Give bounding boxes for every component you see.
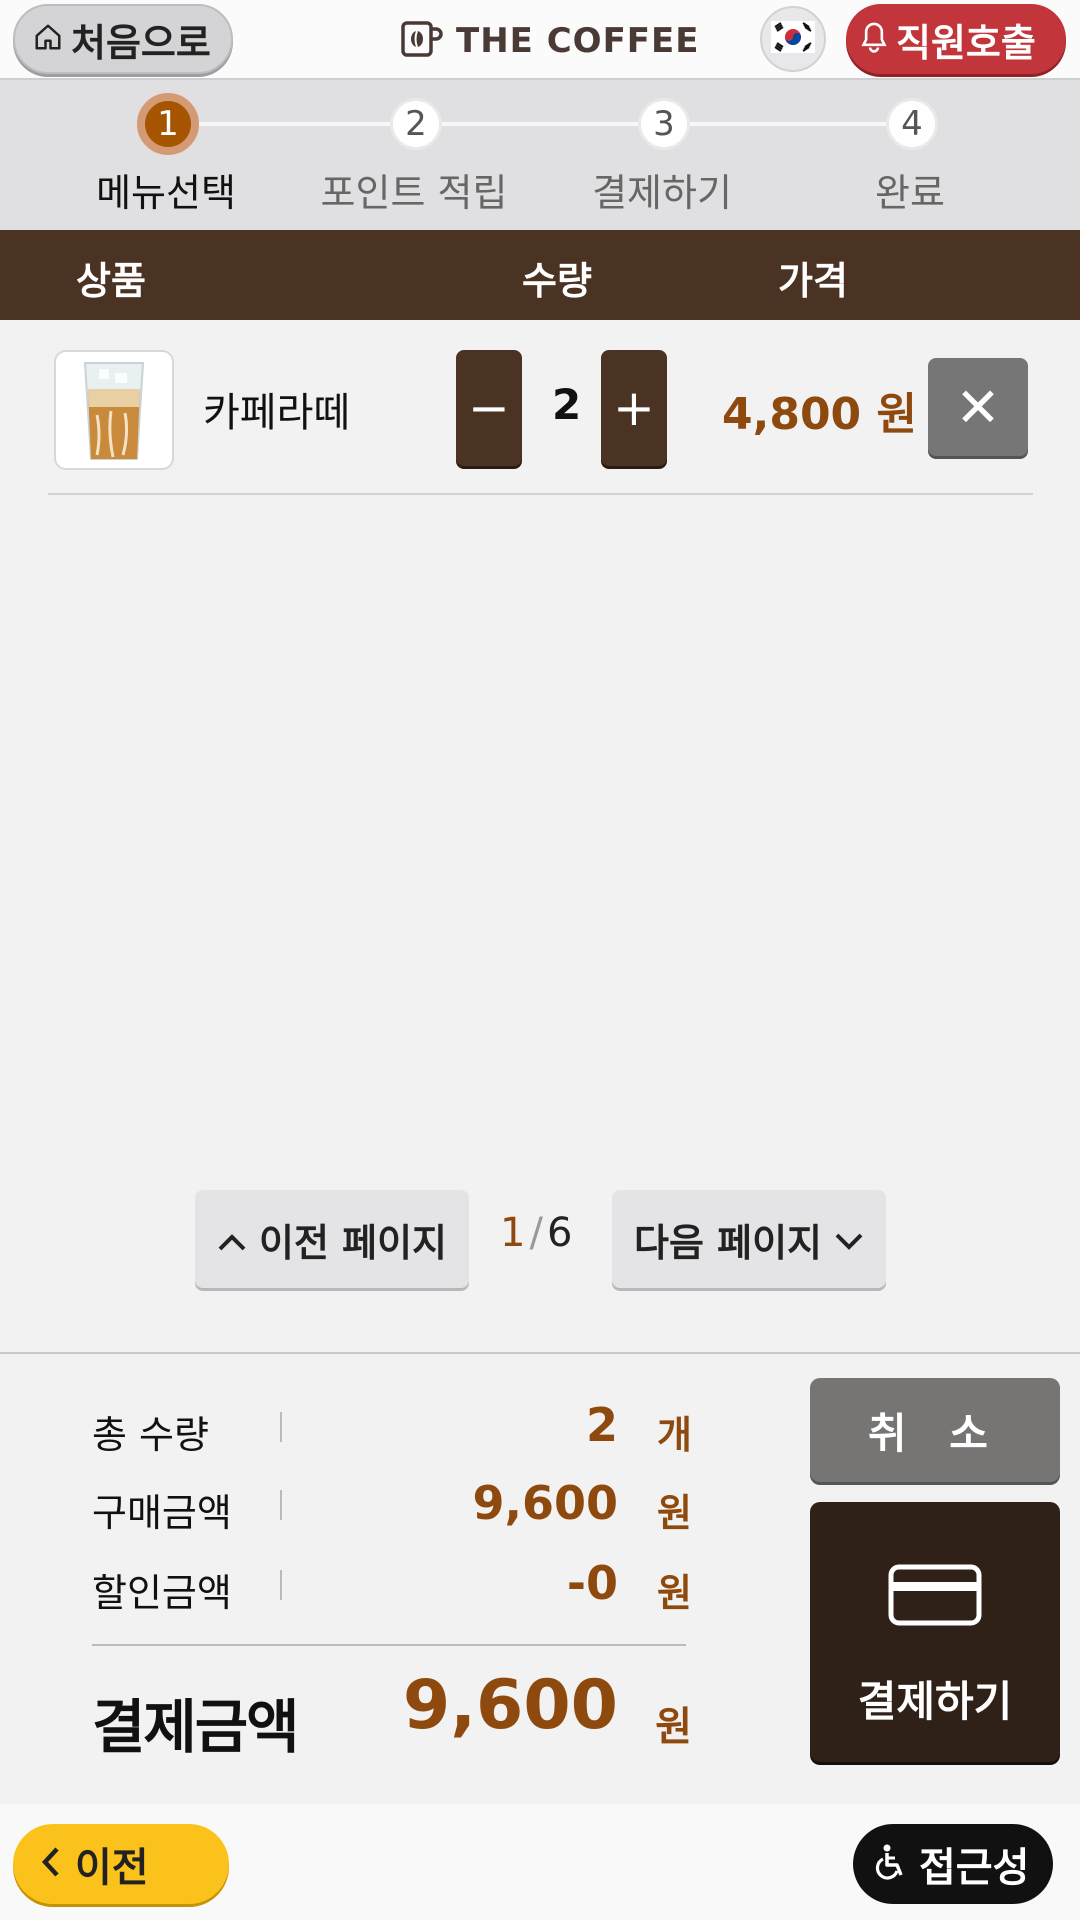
staff-call-label: 직원호출 <box>896 20 1036 65</box>
total-pages: 6 <box>546 1210 573 1256</box>
pagination: 이전 페이지 1/6 다음 페이지 <box>0 1190 1080 1290</box>
wheelchair-icon <box>873 1843 909 1885</box>
row-separator <box>280 1412 282 1442</box>
pay-button-label: 결제하기 <box>857 1677 1013 1726</box>
discount-amount-row: 할인금액 -0 원 <box>92 1556 692 1616</box>
discount-amount-label: 할인금액 <box>92 1571 232 1615</box>
home-button[interactable]: 처음으로 <box>13 4 233 74</box>
payment-total-unit: 원 <box>655 1704 692 1750</box>
korean-flag-icon <box>771 21 815 57</box>
purchase-amount-unit: 원 <box>657 1491 692 1535</box>
row-separator <box>280 1570 282 1600</box>
header-product: 상품 <box>76 259 146 303</box>
accessibility-button[interactable]: 접근성 <box>853 1824 1053 1904</box>
cancel-button[interactable]: 취 소 <box>810 1378 1060 1482</box>
purchase-amount-label: 구매금액 <box>92 1491 232 1535</box>
payment-total-label: 결제금액 <box>92 1693 299 1761</box>
chevron-up-icon <box>217 1217 247 1261</box>
payment-total-value: 9,600 <box>402 1666 618 1745</box>
item-quantity: 2 <box>552 380 582 429</box>
cart-item-row: 카페라떼 − 2 + 4,800 원 ✕ <box>48 350 1033 495</box>
step-label: 결제하기 <box>592 171 732 215</box>
purchase-amount-row: 구매금액 9,600 원 <box>92 1476 692 1536</box>
step-payment: 3 결제하기 <box>542 80 782 230</box>
brand-logo: THE COFFEE <box>400 16 699 66</box>
product-name: 카페라떼 <box>203 390 351 436</box>
accessibility-label: 접근성 <box>919 1845 1030 1891</box>
next-page-label: 다음 페이지 <box>633 1220 823 1265</box>
chevron-down-icon <box>834 1217 864 1261</box>
remove-item-button[interactable]: ✕ <box>928 358 1028 456</box>
step-label: 메뉴선택 <box>96 171 236 215</box>
summary-divider <box>92 1644 686 1646</box>
back-button-label: 이전 <box>75 1845 149 1891</box>
product-image <box>54 350 174 470</box>
credit-card-icon <box>888 1564 982 1630</box>
bottom-bar: 이전 접근성 <box>0 1804 1080 1920</box>
brand-name: THE COFFEE <box>456 21 700 61</box>
kiosk-screen: 처음으로 THE COFFEE 직원호출 1 메뉴선택 2 포인트 적립 3 결… <box>0 0 1080 1920</box>
step-points: 2 포인트 적립 <box>294 80 534 230</box>
total-quantity-unit: 개 <box>657 1413 692 1457</box>
top-bar: 처음으로 THE COFFEE 직원호출 <box>0 0 1080 80</box>
step-label: 완료 <box>875 171 945 215</box>
step-number: 2 <box>390 98 442 150</box>
chevron-left-icon <box>41 1846 61 1882</box>
order-summary: 총 수량 2 개 구매금액 9,600 원 할인금액 -0 원 결제금액 9,6… <box>0 1354 1080 1804</box>
order-progress-steps: 1 메뉴선택 2 포인트 적립 3 결제하기 4 완료 <box>0 80 1080 230</box>
payment-total-row: 결제금액 9,600 원 <box>92 1666 692 1761</box>
step-menu-select: 1 메뉴선택 <box>46 80 286 230</box>
back-button[interactable]: 이전 <box>13 1824 229 1904</box>
staff-call-button[interactable]: 직원호출 <box>846 4 1066 74</box>
current-page: 1 <box>500 1210 526 1256</box>
minus-icon: − <box>468 379 510 437</box>
next-page-button[interactable]: 다음 페이지 <box>612 1190 886 1288</box>
step-number: 4 <box>886 98 938 150</box>
header-price: 가격 <box>778 259 848 303</box>
prev-page-label: 이전 페이지 <box>258 1220 448 1265</box>
step-label: 포인트 적립 <box>320 171 508 215</box>
bell-icon <box>858 20 890 58</box>
pay-button[interactable]: 결제하기 <box>810 1502 1060 1762</box>
total-quantity-label: 총 수량 <box>92 1413 209 1457</box>
coffee-cup-icon <box>400 19 444 63</box>
plus-icon: + <box>613 379 655 437</box>
iced-latte-icon <box>83 362 145 460</box>
cancel-button-label: 취 소 <box>868 1408 1002 1458</box>
row-separator <box>280 1490 282 1520</box>
increase-quantity-button[interactable]: + <box>601 350 667 466</box>
discount-amount-unit: 원 <box>657 1571 692 1615</box>
close-icon: ✕ <box>955 375 1001 439</box>
step-number: 1 <box>137 93 199 155</box>
total-quantity-value: 2 <box>585 1398 618 1452</box>
item-price: 4,800 원 <box>722 389 917 440</box>
step-complete: 4 완료 <box>790 80 1030 230</box>
language-button[interactable] <box>760 6 826 72</box>
page-indicator: 1/6 <box>500 1210 572 1256</box>
cart-table-header: 상품 수량 가격 <box>0 230 1080 320</box>
step-number: 3 <box>638 98 690 150</box>
header-quantity: 수량 <box>522 259 592 303</box>
decrease-quantity-button[interactable]: − <box>456 350 522 466</box>
prev-page-button[interactable]: 이전 페이지 <box>195 1190 469 1288</box>
total-quantity-row: 총 수량 2 개 <box>92 1398 692 1458</box>
page-separator: / <box>529 1210 543 1256</box>
discount-amount-value: -0 <box>566 1556 618 1610</box>
purchase-amount-value: 9,600 <box>472 1476 618 1530</box>
home-button-label: 처음으로 <box>71 20 211 65</box>
home-icon <box>33 22 63 56</box>
